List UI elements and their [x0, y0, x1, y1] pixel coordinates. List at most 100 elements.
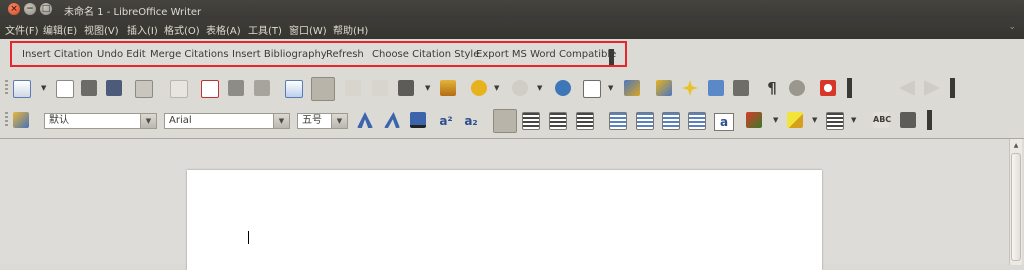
- toolbar-overflow-handle[interactable]: [927, 110, 932, 130]
- gallery-icon[interactable]: [708, 80, 724, 96]
- align-right-icon[interactable]: [549, 112, 567, 130]
- chevron-down-icon[interactable]: ▼: [773, 116, 778, 124]
- table-icon[interactable]: [583, 80, 601, 98]
- close-window-button[interactable]: ×: [8, 3, 20, 15]
- document-page[interactable]: [187, 170, 822, 270]
- zoom-icon[interactable]: [789, 80, 805, 96]
- font-name-combo[interactable]: Arial ▼: [164, 113, 290, 129]
- align-center-icon[interactable]: [522, 112, 540, 130]
- menu-window[interactable]: 窗口(W): [289, 22, 327, 37]
- cut-icon[interactable]: [345, 80, 361, 96]
- menu-help[interactable]: 帮助(H): [333, 22, 368, 37]
- clone-formatting-icon[interactable]: [440, 80, 456, 96]
- menu-view[interactable]: 视图(V): [84, 22, 119, 37]
- merge-citations-button[interactable]: Merge Citations: [150, 49, 229, 60]
- autospellcheck-icon[interactable]: [311, 77, 335, 101]
- chevron-down-icon[interactable]: ▼: [537, 84, 542, 92]
- help-icon[interactable]: [820, 80, 836, 96]
- menu-edit[interactable]: 编辑(E): [43, 22, 77, 37]
- toolbar-overflow-handle[interactable]: [609, 49, 614, 65]
- edit-file-icon[interactable]: [170, 80, 188, 98]
- chevron-down-icon[interactable]: ▼: [851, 116, 856, 124]
- chevron-down-icon[interactable]: ▼: [140, 114, 156, 128]
- maximize-window-button[interactable]: □: [40, 3, 52, 15]
- open-folder-icon[interactable]: [81, 80, 97, 96]
- chevron-down-icon[interactable]: ▼: [494, 84, 499, 92]
- menu-tools[interactable]: 工具(T): [248, 22, 282, 37]
- insert-citation-button[interactable]: Insert Citation: [22, 49, 93, 60]
- abc-icon[interactable]: ABC: [873, 112, 891, 128]
- subscript-button[interactable]: a₂: [462, 113, 480, 129]
- fontwork-button[interactable]: a: [714, 113, 734, 131]
- choose-citation-style-button[interactable]: Choose Citation Style: [372, 49, 479, 60]
- font-color-icon[interactable]: [746, 112, 762, 128]
- back-icon[interactable]: [899, 80, 915, 96]
- hyperlink-icon[interactable]: [555, 80, 571, 96]
- formatting-toolbar: 默认 ▼ Arial ▼ 五号 ▼ a² a₂ a ▼ ▼ ▼ ABC: [0, 104, 1024, 136]
- toolbar-overflow-handle[interactable]: [847, 78, 852, 98]
- chevron-down-icon[interactable]: ▼: [812, 116, 817, 124]
- standard-toolbar: ▼ ▼ ▼ ▼ ▼ ¶: [0, 72, 1024, 104]
- refresh-button[interactable]: Refresh: [326, 49, 364, 60]
- export-pdf-icon[interactable]: [201, 80, 219, 98]
- copy-icon[interactable]: [372, 80, 388, 96]
- toolbar-grip[interactable]: [5, 80, 8, 96]
- new-document-icon[interactable]: [13, 80, 31, 98]
- font-size-combo[interactable]: 五号 ▼: [297, 113, 348, 129]
- toolbar-overflow-handle[interactable]: [950, 78, 955, 98]
- chevron-down-icon[interactable]: ▼: [331, 114, 347, 128]
- document-area: ▲: [0, 138, 1024, 270]
- print-preview-icon[interactable]: [254, 80, 270, 96]
- underline-icon[interactable]: [410, 112, 426, 128]
- chevron-down-icon[interactable]: ▼: [273, 114, 289, 128]
- menu-file[interactable]: 文件(F): [5, 22, 39, 37]
- menu-insert[interactable]: 插入(I): [127, 22, 158, 37]
- navigator-icon[interactable]: [682, 80, 698, 96]
- formatting-marks-icon[interactable]: ¶: [764, 80, 780, 96]
- highlighting-icon[interactable]: [787, 112, 803, 128]
- quotes-icon[interactable]: [900, 112, 916, 128]
- increase-indent-icon[interactable]: [688, 112, 706, 130]
- italic-icon[interactable]: [384, 112, 400, 128]
- chevron-down-icon[interactable]: ▼: [425, 84, 430, 92]
- show-draw-functions-icon[interactable]: [624, 80, 640, 96]
- template-icon[interactable]: [56, 80, 74, 98]
- superscript-button[interactable]: a²: [437, 113, 455, 129]
- data-sources-icon[interactable]: [733, 80, 749, 96]
- chevron-down-icon[interactable]: ▼: [608, 84, 613, 92]
- justify-icon[interactable]: [576, 112, 594, 130]
- print-icon[interactable]: [228, 80, 244, 96]
- decrease-indent-icon[interactable]: [662, 112, 680, 130]
- numbering-icon[interactable]: [609, 112, 627, 130]
- paste-icon[interactable]: [398, 80, 414, 96]
- menu-format[interactable]: 格式(O): [164, 22, 200, 37]
- insert-bibliography-button[interactable]: Insert Bibliography: [232, 49, 327, 60]
- scroll-up-icon[interactable]: ▲: [1011, 141, 1021, 151]
- minimize-window-button[interactable]: −: [24, 3, 36, 15]
- bold-icon[interactable]: [357, 112, 373, 128]
- export-ms-word-compatible-button[interactable]: Export MS Word Compatible: [476, 49, 616, 60]
- align-left-icon[interactable]: [493, 109, 517, 133]
- menu-table[interactable]: 表格(A): [206, 22, 241, 37]
- paragraph-style-value: 默认: [49, 115, 69, 126]
- scrollbar-thumb[interactable]: [1011, 153, 1021, 261]
- undo-icon[interactable]: [471, 80, 487, 96]
- chevron-down-icon[interactable]: ▼: [41, 84, 46, 92]
- chevron-down-icon[interactable]: ⌄: [1008, 22, 1016, 32]
- forward-icon[interactable]: [924, 80, 940, 96]
- save-icon[interactable]: [106, 80, 122, 96]
- toolbar-grip[interactable]: [5, 112, 8, 128]
- menu-bar: 文件(F) 编辑(E) 视图(V) 插入(I) 格式(O) 表格(A) 工具(T…: [0, 19, 1024, 39]
- bullets-icon[interactable]: [636, 112, 654, 130]
- find-replace-icon[interactable]: [656, 80, 672, 96]
- vertical-scrollbar[interactable]: ▲: [1009, 139, 1022, 265]
- email-icon[interactable]: [135, 80, 153, 98]
- spellcheck-icon[interactable]: [285, 80, 303, 98]
- background-color-icon[interactable]: [826, 112, 844, 130]
- styles-formatting-icon[interactable]: [13, 112, 29, 128]
- redo-icon[interactable]: [512, 80, 528, 96]
- font-name-value: Arial: [169, 115, 192, 126]
- undo-edit-button[interactable]: Undo Edit: [97, 49, 146, 60]
- title-bar: × − □ 未命名 1 - LibreOffice Writer: [0, 0, 1024, 19]
- paragraph-style-combo[interactable]: 默认 ▼: [44, 113, 157, 129]
